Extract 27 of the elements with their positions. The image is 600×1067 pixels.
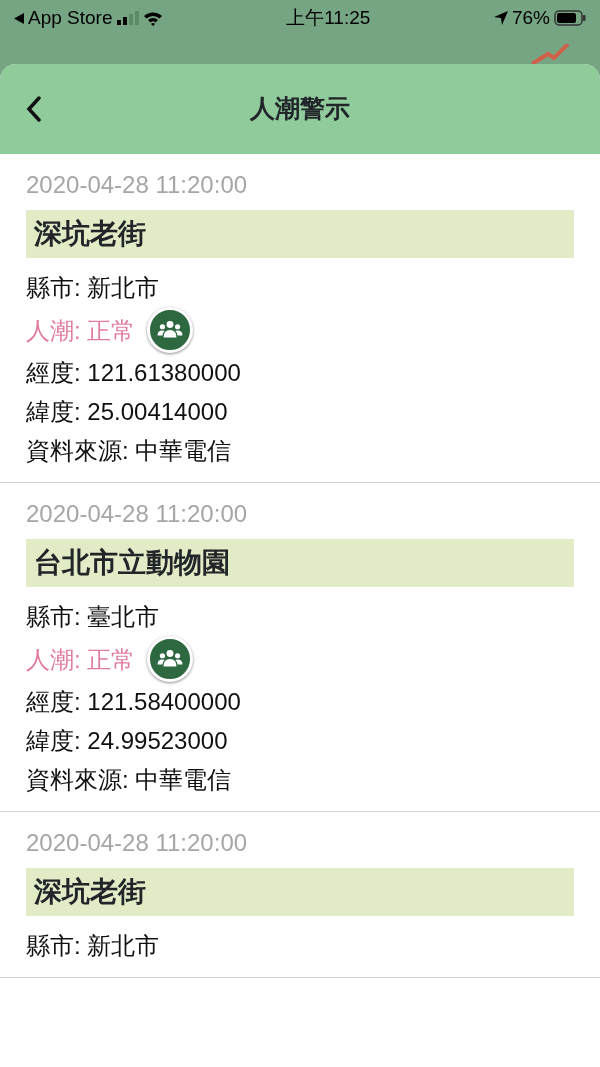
record-field: 縣市: 新北市	[26, 268, 574, 307]
place-name: 台北市立動物園	[26, 539, 574, 587]
record-time: 2020-04-28 11:20:00	[26, 828, 249, 858]
record-field: 緯度: 25.00414000	[26, 392, 574, 431]
crowd-status: 人潮: 正常	[26, 315, 136, 346]
record-field: 縣市: 新北市	[26, 926, 574, 965]
record-field: 經度: 121.61380000	[26, 353, 574, 392]
back-icon	[26, 96, 42, 122]
record-time: 2020-04-28 11:20:00	[26, 170, 249, 200]
record-field: 縣市: 臺北市	[26, 597, 574, 636]
record-time: 2020-04-28 11:20:00	[26, 499, 249, 529]
battery-percent: 76%	[511, 5, 550, 30]
record-field: 經度: 121.58400000	[26, 682, 574, 721]
signal-icon	[116, 11, 139, 25]
battery-icon	[554, 10, 586, 26]
place-name: 深坑老街	[26, 210, 574, 258]
place-name: 深坑老街	[26, 868, 574, 916]
clock-time: 上午11:25	[285, 5, 372, 30]
crowd-status: 人潮: 正常	[26, 644, 136, 675]
location-icon	[493, 11, 508, 25]
back-app-link[interactable]: App Store	[28, 3, 113, 33]
page-title: 人潮警示	[250, 93, 350, 125]
record-field: 資料來源: 中華電信	[26, 431, 574, 470]
record-field: 緯度: 24.99523000	[26, 721, 574, 760]
record-field: 資料來源: 中華電信	[26, 760, 574, 799]
wifi-icon	[142, 10, 163, 26]
back-arrow-icon	[14, 12, 24, 24]
